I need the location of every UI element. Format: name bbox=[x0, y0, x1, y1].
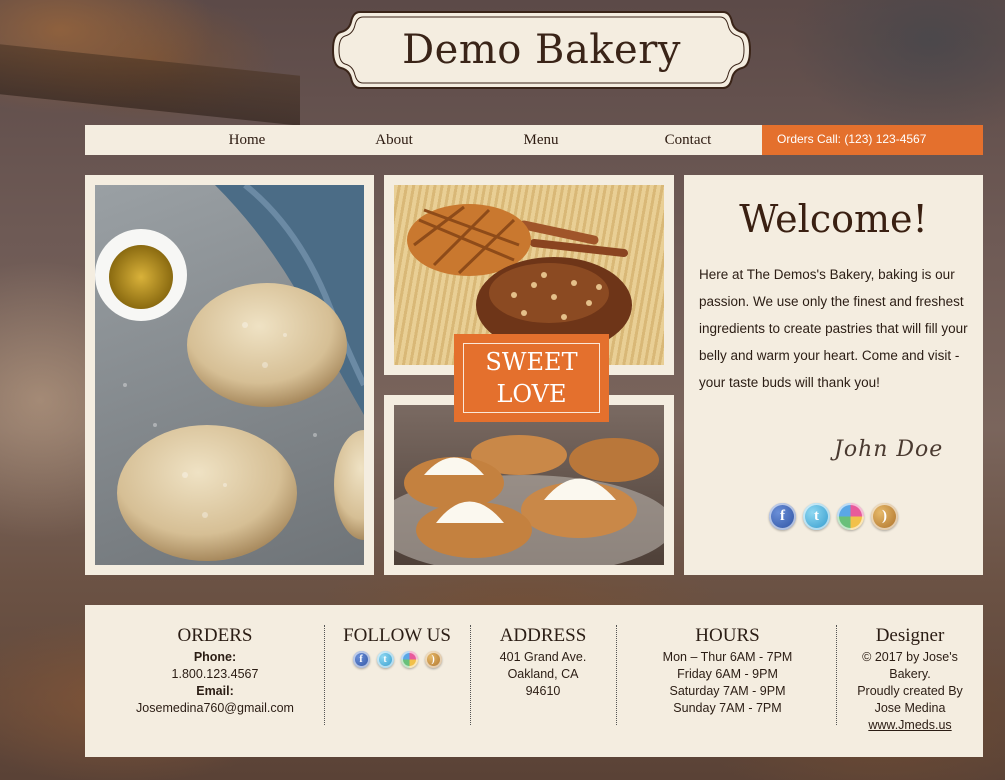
sweet-love-text: SWEET LOVE bbox=[463, 343, 600, 413]
twitter-icon[interactable]: t bbox=[376, 651, 394, 668]
footer-email-label: Email: bbox=[196, 684, 234, 698]
footer-phone[interactable]: 1.800.123.4567 bbox=[110, 666, 320, 683]
designer-line4: Jose Medina bbox=[874, 701, 946, 715]
bread-photo-card bbox=[85, 175, 374, 575]
welcome-social-icons: f t ) bbox=[769, 503, 898, 530]
footer-follow: FOLLOW US f t ) bbox=[337, 625, 457, 668]
nav-home[interactable]: Home bbox=[202, 125, 292, 155]
sweet-love-badge: SWEET LOVE bbox=[454, 334, 609, 422]
sweet-love-line1: SWEET bbox=[485, 348, 578, 376]
flickr-icon[interactable] bbox=[400, 651, 418, 668]
background-shelf bbox=[0, 44, 300, 126]
footer-divider bbox=[616, 625, 617, 725]
footer-orders-heading: ORDERS bbox=[177, 625, 253, 646]
footer-address-heading: ADDRESS bbox=[499, 625, 587, 646]
welcome-text: Here at The Demos's Bakery, baking is ou… bbox=[699, 267, 968, 390]
hours-line2: Friday 6AM - 9PM bbox=[677, 667, 778, 681]
address-line1: 401 Grand Ave. bbox=[499, 650, 587, 664]
footer-orders: ORDERS Phone: 1.800.123.4567 Email: Jose… bbox=[110, 625, 320, 717]
footer-designer-heading: Designer bbox=[875, 625, 945, 646]
footer-divider bbox=[470, 625, 471, 725]
footer-address: ADDRESS 401 Grand Ave. Oakland, CA 94610 bbox=[483, 625, 603, 700]
sweet-love-line2: LOVE bbox=[496, 380, 567, 408]
hours-line4: Sunday 7AM - 7PM bbox=[673, 701, 782, 715]
footer-hours: HOURS Mon – Thur 6AM - 7PM Friday 6AM - … bbox=[630, 625, 825, 717]
hours-line1: Mon – Thur 6AM - 7PM bbox=[662, 650, 793, 664]
welcome-card: Welcome! Here at The Demos's Bakery, bak… bbox=[684, 175, 983, 575]
footer-divider bbox=[324, 625, 325, 725]
signature: John Doe bbox=[834, 437, 944, 462]
footer-follow-heading: FOLLOW US bbox=[343, 625, 451, 646]
footer-designer: Designer © 2017 by Jose's Bakery. Proudl… bbox=[845, 625, 975, 734]
nav-contact[interactable]: Contact bbox=[643, 125, 733, 155]
nav-about[interactable]: About bbox=[349, 125, 439, 155]
footer-hours-heading: HOURS bbox=[695, 625, 760, 646]
footer: ORDERS Phone: 1.800.123.4567 Email: Jose… bbox=[85, 605, 983, 757]
main-nav: Home About Menu Contact Orders Call: (12… bbox=[85, 125, 983, 155]
welcome-title: Welcome! bbox=[739, 197, 928, 241]
address-line2: Oakland, CA bbox=[507, 667, 579, 681]
logo-title: Demo Bakery bbox=[402, 27, 681, 73]
rss-icon[interactable]: ) bbox=[871, 503, 898, 530]
site-logo[interactable]: Demo Bakery bbox=[330, 8, 753, 92]
footer-phone-label: Phone: bbox=[193, 650, 237, 664]
designer-website-link[interactable]: www.Jmeds.us bbox=[845, 717, 975, 734]
footer-social-icons: f t ) bbox=[337, 651, 457, 668]
hours-line3: Saturday 7AM - 9PM bbox=[669, 684, 786, 698]
footer-email[interactable]: Josemedina760@gmail.com bbox=[110, 700, 320, 717]
designer-line1: © 2017 by Jose's bbox=[862, 650, 958, 664]
orders-call-banner[interactable]: Orders Call: (123) 123-4567 bbox=[762, 125, 983, 155]
facebook-icon[interactable]: f bbox=[352, 651, 370, 668]
nav-menu[interactable]: Menu bbox=[496, 125, 586, 155]
tart-photo-card bbox=[384, 395, 674, 575]
twitter-icon[interactable]: t bbox=[803, 503, 830, 530]
tart-photo bbox=[394, 405, 664, 565]
rss-icon[interactable]: ) bbox=[424, 651, 442, 668]
designer-line3: Proudly created By bbox=[857, 684, 963, 698]
bread-photo bbox=[95, 185, 364, 565]
facebook-icon[interactable]: f bbox=[769, 503, 796, 530]
footer-divider bbox=[836, 625, 837, 725]
address-line3: 94610 bbox=[525, 684, 561, 698]
flickr-icon[interactable] bbox=[837, 503, 864, 530]
designer-line2: Bakery. bbox=[889, 667, 931, 681]
